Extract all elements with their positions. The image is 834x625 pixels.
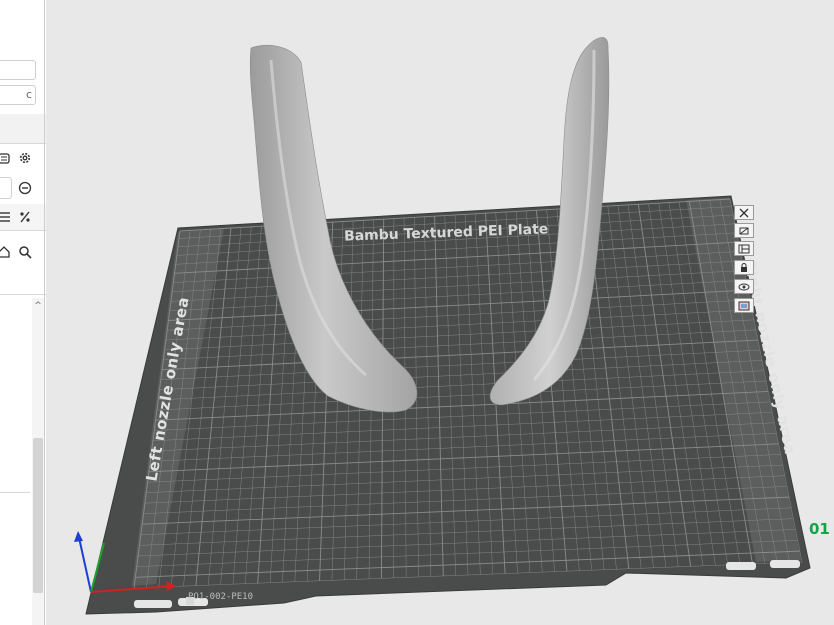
plate-number[interactable]: 01 <box>809 520 830 538</box>
z-axis-arrow <box>74 531 83 542</box>
z-axis <box>77 532 92 593</box>
sidebar-divider-2 <box>0 230 46 231</box>
percent-icon[interactable] <box>18 210 32 224</box>
plate-settings-icon[interactable] <box>734 298 754 313</box>
layout-icon[interactable] <box>734 241 754 256</box>
chevron-up-icon[interactable]: ^ <box>33 300 43 312</box>
gear-icon[interactable] <box>18 151 32 165</box>
left-sidebar: c ^ <box>0 0 46 625</box>
sidebar-divider-3 <box>0 294 46 295</box>
3d-viewport[interactable]: Bambu Textured PEI Plate Left nozzle onl… <box>46 0 834 625</box>
sidebar-input-2-value: c <box>25 88 32 101</box>
orient-icon[interactable] <box>734 223 754 238</box>
plate-tab-right <box>726 562 756 570</box>
plate-tab-right-2 <box>770 560 800 568</box>
sidebar-scroll-thumb[interactable] <box>33 438 43 593</box>
sidebar-input-3[interactable] <box>0 177 12 199</box>
sidebar-input-1[interactable] <box>0 60 36 80</box>
sidebar-section-header <box>0 114 46 144</box>
list-icon[interactable] <box>0 210 11 224</box>
lock-icon[interactable] <box>734 260 754 275</box>
view-icon[interactable] <box>734 279 754 294</box>
sidebar-edge <box>44 0 45 625</box>
sidebar-divider-4 <box>0 492 30 493</box>
minus-circle-icon[interactable] <box>18 181 32 195</box>
sidebar-input-2[interactable]: c <box>0 85 36 105</box>
search-icon[interactable] <box>18 245 32 259</box>
home-icon[interactable] <box>0 245 11 259</box>
close-icon[interactable] <box>734 205 754 220</box>
sidebar-divider <box>0 143 46 144</box>
filament-icon[interactable] <box>0 151 11 165</box>
plate-tab-left <box>134 600 172 608</box>
plate-code: PO1-002-PE10 <box>188 592 254 602</box>
build-plate-scene <box>74 37 811 615</box>
